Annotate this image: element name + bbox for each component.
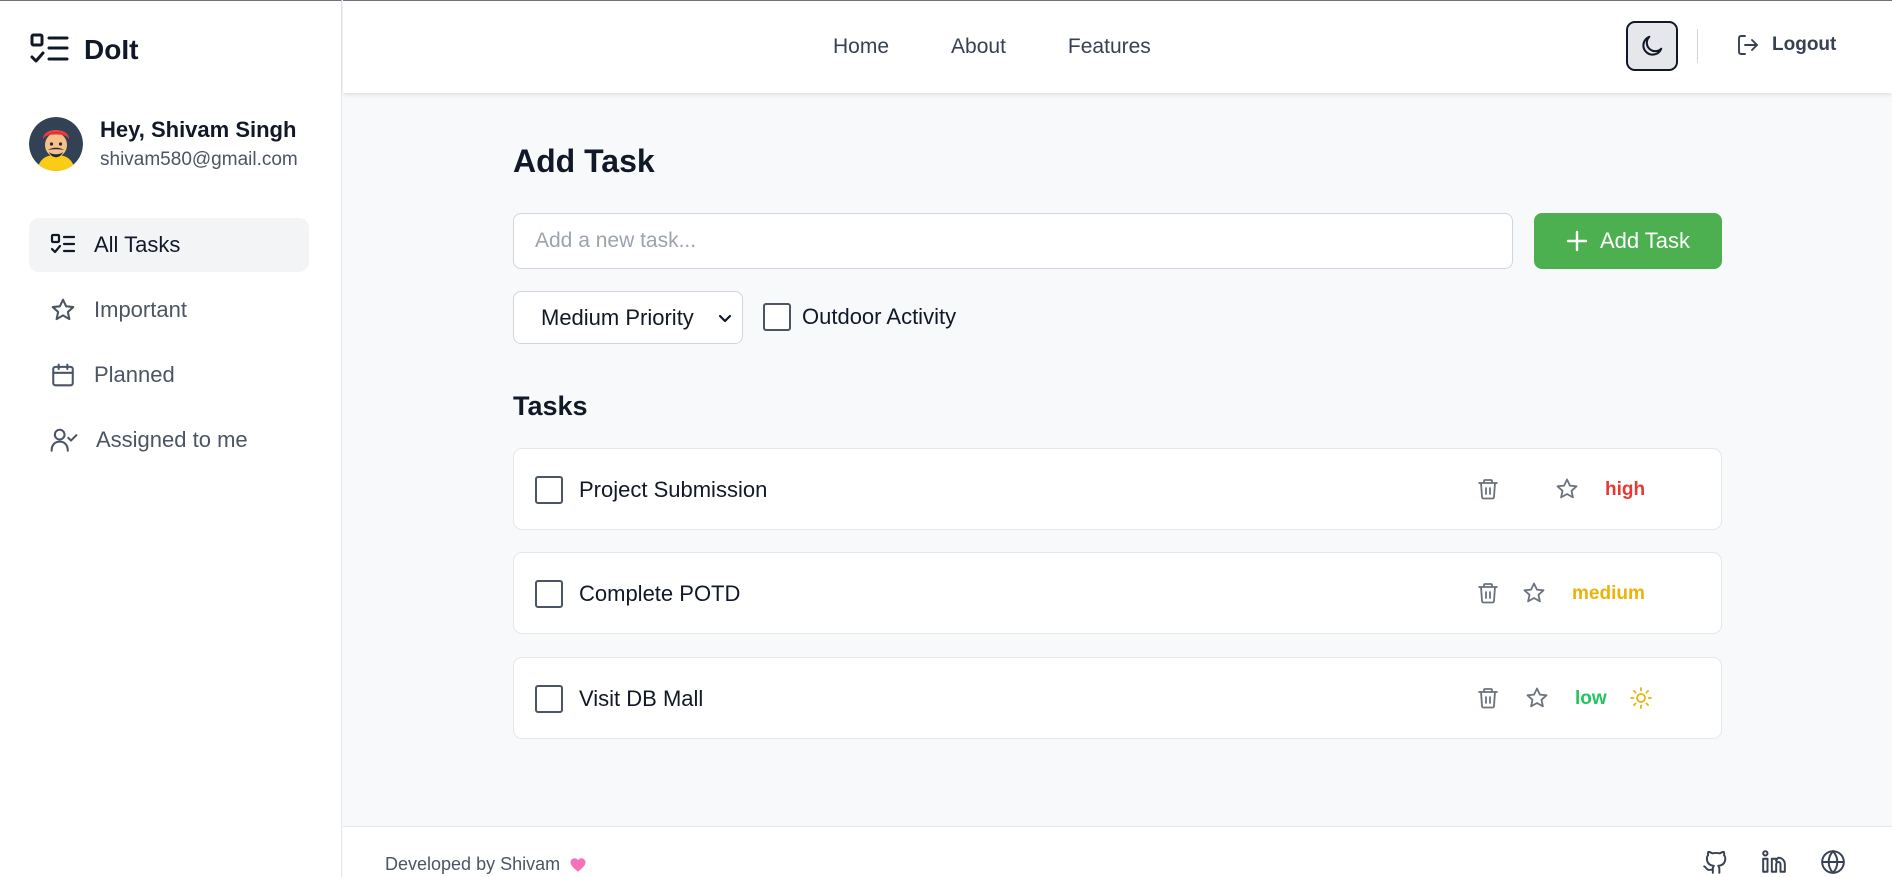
page-title: Add Task [513,143,655,179]
plus-icon [1566,230,1588,252]
star-icon[interactable] [1555,477,1579,501]
logout-icon [1736,33,1760,57]
sidebar-item-all-tasks[interactable]: All Tasks [29,218,309,272]
calendar-icon [50,362,76,388]
brand-title: DoIt [84,34,139,65]
footer: Developed by Shivam [343,826,1892,877]
github-icon[interactable] [1702,849,1728,875]
outdoor-activity-label: Outdoor Activity [802,304,957,329]
trash-icon[interactable] [1476,581,1500,605]
sidebar-item-assigned-to-me[interactable]: Assigned to me [29,413,309,467]
priority-badge: high [1605,479,1646,500]
sidebar-item-important[interactable]: Important [29,283,309,337]
top-header: Home About Features Logout [343,0,1892,93]
task-item: Project Submission high [513,448,1722,530]
task-text: Complete POTD [579,581,741,606]
outdoor-activity-checkbox[interactable] [763,303,791,331]
header-divider [1697,29,1698,63]
user-profile: Hey, Shivam Singh shivam580@gmail.com [29,117,298,171]
nav-link-features[interactable]: Features [1068,35,1151,59]
add-task-label: Add Task [1599,228,1691,253]
theme-toggle-button[interactable] [1626,21,1678,71]
globe-icon[interactable] [1820,849,1846,875]
footer-credit: Developed by Shivam [385,854,587,875]
priority-badge: medium [1572,583,1645,604]
task-text: Project Submission [579,477,768,502]
tasks-heading: Tasks [513,391,588,421]
star-icon[interactable] [1522,581,1546,605]
user-email: shivam580@gmail.com [100,149,298,170]
task-complete-checkbox[interactable] [535,580,563,608]
outdoor-activity-option[interactable]: Outdoor Activity [763,303,956,331]
user-greeting: Hey, Shivam Singh [100,117,297,142]
priority-badge: low [1575,688,1607,709]
sun-icon [1629,686,1653,710]
credit-text: Developed by Shivam [385,854,561,874]
brand[interactable]: DoIt [30,33,138,67]
linkedin-icon[interactable] [1761,849,1787,875]
avatar[interactable] [29,117,83,171]
sidebar-item-label: Assigned to me [96,427,248,452]
chevron-down-icon [718,311,732,325]
sidebar-nav: All Tasks Important Planned Assigned to … [29,218,309,478]
nav-link-home[interactable]: Home [833,35,889,59]
new-task-input[interactable] [513,213,1513,269]
heart-icon [569,856,587,874]
logout-button[interactable]: Logout [1736,33,1836,57]
star-icon[interactable] [1525,686,1549,710]
logout-label: Logout [1772,34,1837,55]
task-complete-checkbox[interactable] [535,685,563,713]
sidebar-item-label: Important [94,297,187,322]
star-icon [50,297,76,323]
sidebar-item-planned[interactable]: Planned [29,348,309,402]
trash-icon[interactable] [1476,686,1500,710]
list-check-icon [50,232,76,258]
sidebar-item-label: All Tasks [94,232,181,257]
priority-select[interactable]: Medium Priority [513,291,743,344]
task-text: Visit DB Mall [579,686,704,711]
sidebar: DoIt Hey, Shivam Singh shivam580@gmail.c… [0,0,342,877]
trash-icon[interactable] [1476,477,1500,501]
task-item: Complete POTD medium [513,552,1722,634]
top-nav: Home About Features [833,35,1151,59]
user-check-icon [50,427,78,453]
list-check-logo-icon [30,33,70,67]
priority-selected-value: Medium Priority [541,304,694,330]
task-item: Visit DB Mall low [513,657,1722,739]
moon-icon [1639,33,1665,59]
add-task-button[interactable]: Add Task [1534,213,1722,269]
nav-link-about[interactable]: About [951,35,1006,59]
task-complete-checkbox[interactable] [535,476,563,504]
sidebar-item-label: Planned [94,362,175,387]
